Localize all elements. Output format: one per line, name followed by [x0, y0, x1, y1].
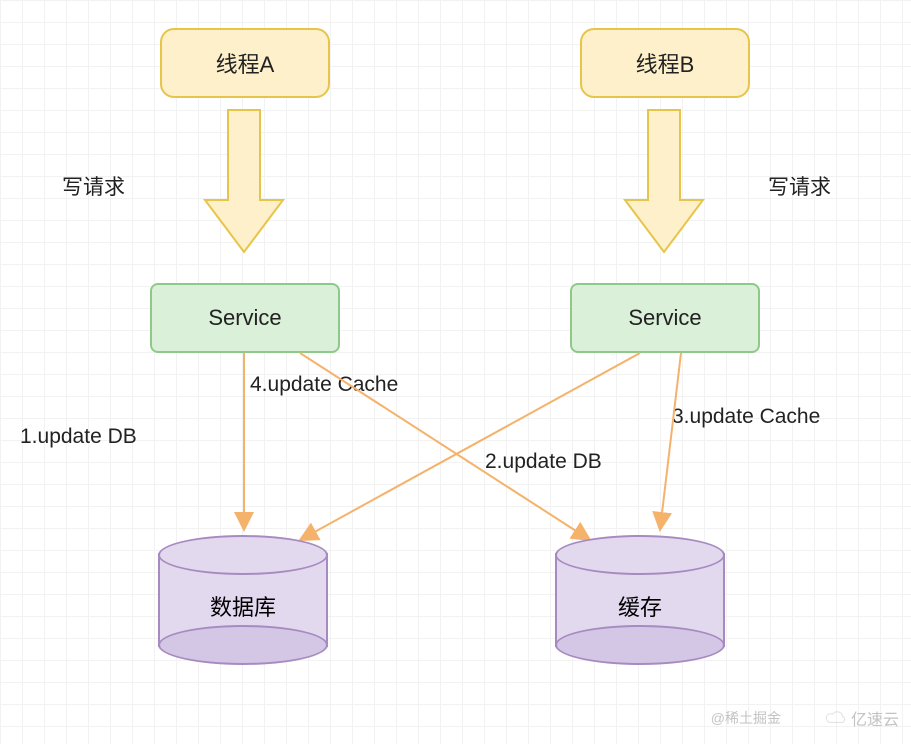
service-b-label: Service: [628, 305, 701, 331]
cache-top: [555, 535, 725, 575]
service-b-box: Service: [570, 283, 760, 353]
thread-a-box: 线程A: [160, 28, 330, 98]
database-cylinder: 数据库: [158, 535, 328, 665]
thread-a-label: 线程A: [216, 47, 275, 79]
database-label: 数据库: [158, 590, 328, 622]
write-request-label-a: 写请求: [62, 171, 125, 201]
edge-label-step1: 1.update DB: [20, 425, 137, 449]
edge-label-step3: 3.update Cache: [672, 405, 820, 429]
cache-bottom: [555, 625, 725, 665]
edge-label-step2: 2.update DB: [485, 450, 602, 474]
edge-step3: [660, 353, 681, 530]
big-arrow-b-icon: [625, 110, 703, 252]
watermark-yisu: 亿速云: [825, 706, 899, 730]
thread-b-box: 线程B: [580, 28, 750, 98]
arrows-layer: [0, 0, 911, 744]
cache-cylinder: 缓存: [555, 535, 725, 665]
watermark-juejin: @稀土掘金: [711, 708, 781, 728]
database-top: [158, 535, 328, 575]
service-a-box: Service: [150, 283, 340, 353]
edge-label-step4: 4.update Cache: [250, 373, 398, 397]
write-request-label-b: 写请求: [768, 171, 831, 201]
service-a-label: Service: [208, 305, 281, 331]
cloud-icon: [825, 710, 847, 726]
database-bottom: [158, 625, 328, 665]
thread-b-label: 线程B: [636, 47, 695, 79]
cache-label: 缓存: [555, 590, 725, 622]
watermark-yisu-text: 亿速云: [851, 706, 899, 730]
big-arrow-a-icon: [205, 110, 283, 252]
